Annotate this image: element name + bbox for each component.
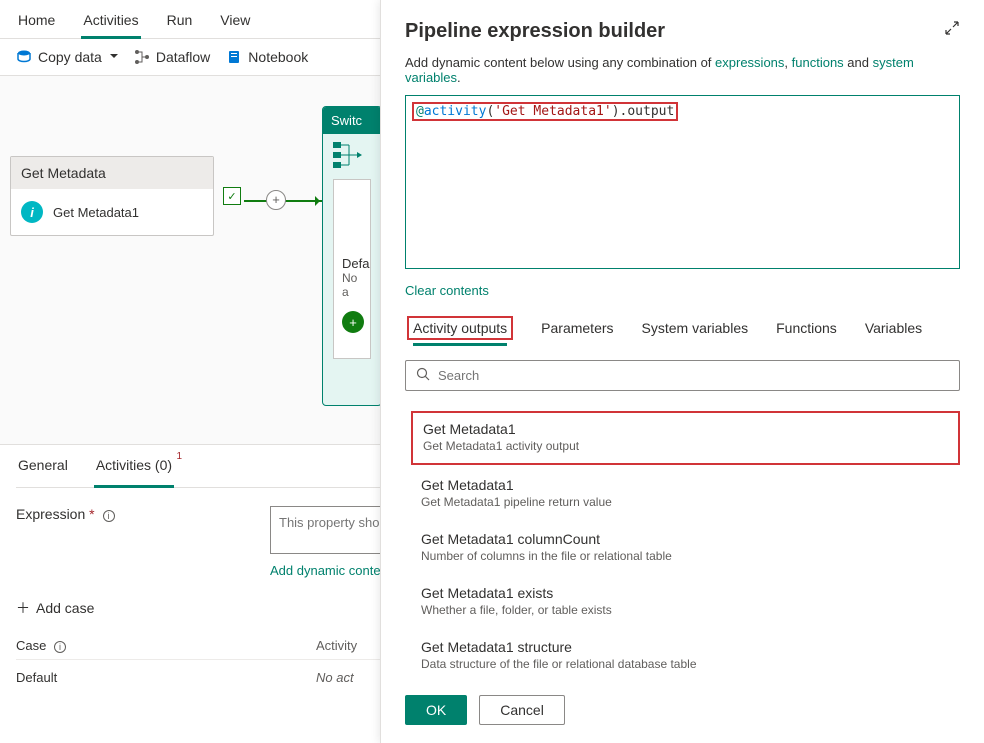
expression-editor[interactable]: @activity('Get Metadata1').output xyxy=(405,95,960,269)
result-item[interactable]: Get Metadata1 Get Metadata1 pipeline ret… xyxy=(411,469,960,519)
search-box[interactable] xyxy=(405,360,960,391)
dataflow-button[interactable]: Dataflow xyxy=(134,49,210,65)
success-checkmark-icon[interactable]: ✓ xyxy=(223,187,241,205)
panel-title: Pipeline expression builder xyxy=(405,20,665,43)
result-title: Get Metadata1 columnCount xyxy=(421,531,950,547)
expression-highlight: @activity('Get Metadata1').output xyxy=(412,102,678,121)
case-header-text: Case xyxy=(16,638,46,653)
copy-data-label: Copy data xyxy=(38,49,102,65)
expr-at: @ xyxy=(416,104,424,119)
notebook-label: Notebook xyxy=(248,49,308,65)
case-cell: Default xyxy=(16,670,316,685)
result-desc: Get Metadata1 activity output xyxy=(423,439,948,453)
add-case-button[interactable]: ＋ Add case xyxy=(16,598,94,618)
expr-string: 'Get Metadata1' xyxy=(494,104,611,119)
result-title: Get Metadata1 xyxy=(423,421,948,437)
panel-subtitle: Add dynamic content below using any comb… xyxy=(381,55,984,95)
expressions-link[interactable]: expressions xyxy=(715,55,784,70)
result-title: Get Metadata1 exists xyxy=(421,585,950,601)
expr-dot-output: .output xyxy=(620,104,675,119)
result-title: Get Metadata1 structure xyxy=(421,639,950,655)
switch-node[interactable]: Switc Defa No a + xyxy=(322,106,382,406)
switch-branch-icon xyxy=(333,142,363,168)
error-badge: 1 xyxy=(176,451,182,462)
notebook-icon xyxy=(226,49,242,65)
copy-data-button[interactable]: Copy data xyxy=(16,49,118,65)
subtitle-text: Add dynamic content below using any comb… xyxy=(405,55,715,70)
functions-link[interactable]: functions xyxy=(792,55,844,70)
dataflow-label: Dataflow xyxy=(156,49,210,65)
period-text: . xyxy=(457,70,461,85)
result-desc: Get Metadata1 pipeline return value xyxy=(421,495,950,509)
copy-data-icon xyxy=(16,49,32,65)
default-label: Defa xyxy=(342,256,362,271)
info-icon: i xyxy=(21,201,43,223)
panel-tab-general[interactable]: General xyxy=(16,445,70,487)
node-header: Get Metadata xyxy=(11,157,213,189)
result-item[interactable]: Get Metadata1 structure Data structure o… xyxy=(411,631,960,672)
plus-icon: ＋ xyxy=(16,598,30,618)
panel-footer: OK Cancel xyxy=(381,680,984,743)
expr-fn: activity xyxy=(424,104,487,119)
expression-label: Expression * i xyxy=(16,506,246,578)
no-activities-label: No a xyxy=(342,271,362,299)
tab-activity-outputs[interactable]: Activity outputs xyxy=(405,320,515,346)
info-icon[interactable]: i xyxy=(54,641,66,653)
node-label: Get Metadata1 xyxy=(53,205,139,220)
result-item[interactable]: Get Metadata1 Get Metadata1 activity out… xyxy=(411,411,960,465)
search-icon xyxy=(416,367,430,384)
result-title: Get Metadata1 xyxy=(421,477,950,493)
tab-variables[interactable]: Variables xyxy=(863,320,924,346)
expression-builder-panel: Pipeline expression builder Add dynamic … xyxy=(380,0,984,743)
tab-system-variables[interactable]: System variables xyxy=(640,320,751,346)
expression-label-text: Expression xyxy=(16,506,85,522)
result-item[interactable]: Get Metadata1 exists Whether a file, fol… xyxy=(411,577,960,627)
clear-contents-link[interactable]: Clear contents xyxy=(405,283,960,298)
tab-run[interactable]: Run xyxy=(165,8,195,38)
switch-default-case[interactable]: Defa No a + xyxy=(333,179,371,359)
paren-close: ) xyxy=(612,104,620,119)
chevron-down-icon xyxy=(108,49,118,65)
output-tab-bar: Activity outputs Parameters System varia… xyxy=(381,298,984,346)
connection-arrow[interactable] xyxy=(244,200,324,202)
expand-icon[interactable] xyxy=(944,20,960,39)
search-input[interactable] xyxy=(438,368,949,383)
results-scroll-area[interactable]: Get Metadata1 Get Metadata1 activity out… xyxy=(405,360,980,672)
panel-tab-activities-label: Activities (0) xyxy=(96,457,172,473)
notebook-button[interactable]: Notebook xyxy=(226,49,308,65)
add-activity-icon[interactable]: + xyxy=(342,311,364,333)
required-asterisk: * xyxy=(89,506,94,522)
result-desc: Number of columns in the file or relatio… xyxy=(421,549,950,563)
tab-view[interactable]: View xyxy=(218,8,252,38)
result-desc: Data structure of the file or relational… xyxy=(421,657,950,671)
case-column-header: Case i xyxy=(16,638,316,653)
dataflow-icon xyxy=(134,49,150,65)
cancel-button[interactable]: Cancel xyxy=(479,695,565,725)
result-item[interactable]: Get Metadata1 columnCount Number of colu… xyxy=(411,523,960,573)
result-desc: Whether a file, folder, or table exists xyxy=(421,603,950,617)
info-icon[interactable]: i xyxy=(103,510,115,522)
tab-activities[interactable]: Activities xyxy=(81,8,140,39)
ok-button[interactable]: OK xyxy=(405,695,467,725)
tab-functions[interactable]: Functions xyxy=(774,320,839,346)
tab-parameters[interactable]: Parameters xyxy=(539,320,615,346)
panel-tab-activities[interactable]: Activities (0) 1 xyxy=(94,445,174,488)
tab-home[interactable]: Home xyxy=(16,8,57,38)
add-case-label: Add case xyxy=(36,600,94,616)
get-metadata-node[interactable]: Get Metadata i Get Metadata1 ✓ xyxy=(10,156,214,236)
tab-activity-outputs-label: Activity outputs xyxy=(413,320,507,346)
switch-header: Switc xyxy=(323,107,381,134)
and-text: and xyxy=(844,55,873,70)
